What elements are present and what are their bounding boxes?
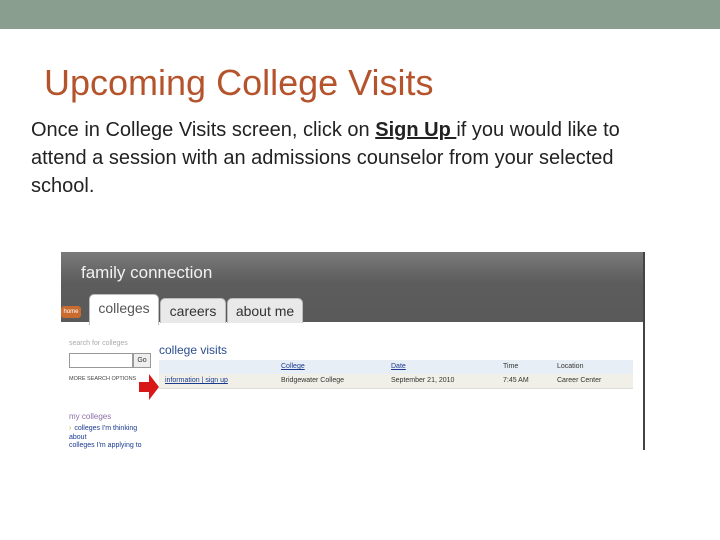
table-header: College Date Time Location <box>159 360 633 374</box>
column-header-location: Location <box>557 363 584 370</box>
family-connection-screenshot: family connection home colleges careers … <box>61 252 645 450</box>
red-arrow-icon <box>139 374 159 400</box>
cell-college: Bridgewater College <box>281 377 345 384</box>
tab-colleges[interactable]: colleges <box>89 294 159 325</box>
column-header-time: Time <box>503 363 519 370</box>
sidebar-item-label: colleges I'm thinking about <box>69 425 138 441</box>
column-header-college[interactable]: College <box>281 363 305 370</box>
search-input[interactable] <box>69 353 133 368</box>
body-text-pre: Once in College Visits screen, click on <box>31 119 376 141</box>
app-header: family connection home colleges careers … <box>61 252 643 325</box>
top-decorative-bar <box>0 0 720 29</box>
tab-careers[interactable]: careers <box>160 298 226 323</box>
slide-body: Once in College Visits screen, click on … <box>31 116 651 200</box>
home-tab[interactable]: home <box>61 306 81 318</box>
cell-time: 7:45 AM <box>503 377 529 384</box>
cell-location: Career Center <box>557 377 602 384</box>
cell-date: September 21, 2010 <box>391 377 455 384</box>
sidebar-item-applying-to[interactable]: colleges I'm applying to <box>69 442 142 449</box>
slide-title: Upcoming College Visits <box>44 62 434 103</box>
search-placeholder: search for colleges <box>69 340 128 347</box>
my-colleges-heading: my colleges <box>69 412 112 421</box>
brand-logo: family connection <box>81 263 213 282</box>
sign-up-emphasis: Sign Up <box>375 119 457 141</box>
chevron-right-icon: › <box>69 425 72 432</box>
tab-about-me[interactable]: about me <box>227 298 303 323</box>
college-visits-title: college visits <box>159 343 228 357</box>
more-search-options-link[interactable]: MORE SEARCH OPTIONS <box>69 376 136 382</box>
sign-up-link[interactable]: information | sign up <box>165 377 228 384</box>
sidebar: search for colleges Go MORE SEARCH OPTIO… <box>61 324 159 450</box>
column-header-date[interactable]: Date <box>391 363 406 370</box>
go-button[interactable]: Go <box>133 353 151 368</box>
sidebar-item-thinking-about[interactable]: › colleges I'm thinking about <box>69 424 151 442</box>
table-row: information | sign up Bridgewater Colleg… <box>159 374 633 389</box>
